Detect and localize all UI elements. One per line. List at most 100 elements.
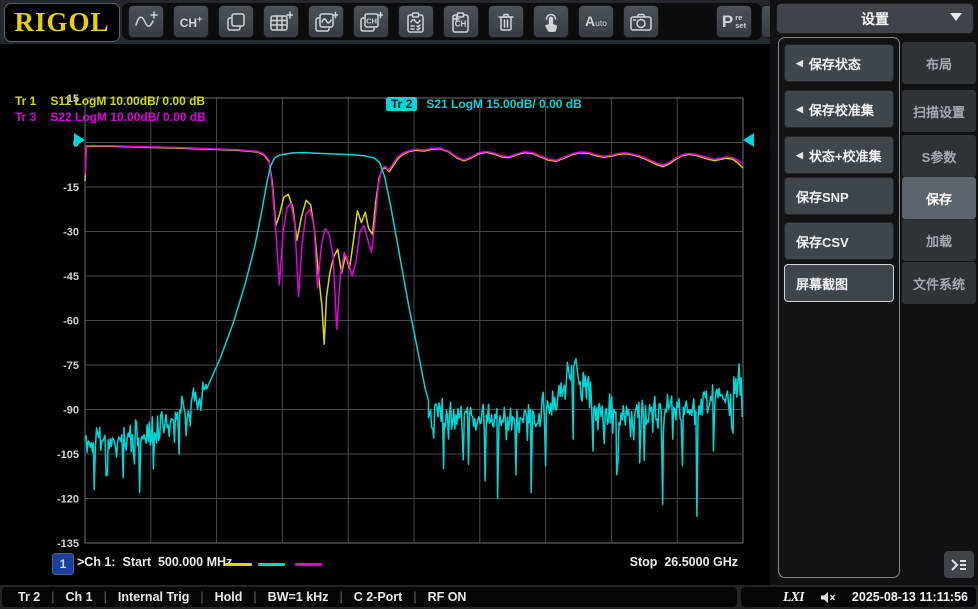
tab-布局[interactable]: 布局	[902, 42, 976, 84]
y-axis-tick: -30	[63, 227, 79, 239]
submenu-panel: ◀ 保存状态 ◀ 保存校准集 ◀ 状态+校准集保存SNP 保存CSV 屏幕截图	[778, 37, 900, 578]
status-item: Tr 2	[18, 590, 41, 604]
tab-扫描设置[interactable]: 扫描设置	[902, 90, 976, 132]
delete-button[interactable]	[488, 5, 524, 38]
submenu-arrow-icon: ◀	[796, 103, 803, 114]
y-axis-tick: -90	[63, 405, 79, 417]
trace-badge[interactable]: Tr 1	[10, 94, 41, 108]
submenu-item-3[interactable]: 保存SNP	[784, 177, 894, 215]
trace-swatch	[295, 563, 322, 566]
paste-trace-button[interactable]	[398, 5, 434, 38]
y-axis-tick: -120	[57, 494, 79, 506]
auto-scale-button[interactable]: Auto	[578, 5, 614, 38]
submenu-arrow-icon: ◀	[796, 57, 803, 68]
camera-icon	[630, 13, 652, 31]
status-item: RF ON	[427, 590, 467, 604]
status-separator: |	[200, 590, 204, 604]
clipboard-trace-icon	[407, 11, 424, 33]
plot-canvas[interactable]: 150-15-30-45-60-75-90-105-120-135	[0, 44, 770, 585]
window-channel-add-icon: CH	[360, 11, 383, 32]
submenu-item-5[interactable]: 屏幕截图	[784, 264, 894, 302]
channel-start-label[interactable]: >Ch 1: Start 500.000 MHz	[77, 555, 232, 569]
status-left: Tr 2 | Ch 1 | Internal Trig | Hold | BW=1 kHz | C …	[2, 587, 737, 607]
submenu-item-0[interactable]: ◀ 保存状态	[784, 44, 894, 82]
logo-box: RIGOL	[4, 3, 120, 42]
ref-level-marker-right[interactable]	[743, 133, 754, 147]
chevron-down-icon	[950, 13, 962, 21]
vna-screen: RIGOL CH+CHCHAutoPreset? 设置 ◀保存状态◀保存校准集◀…	[0, 0, 978, 609]
y-axis-tick: -45	[63, 271, 79, 283]
screenshot-button[interactable]	[623, 5, 659, 38]
svg-text:CH: CH	[366, 16, 377, 25]
add-table-button[interactable]	[263, 5, 299, 38]
submenu-item-label: 状态+校准集	[808, 148, 882, 164]
ref-level-marker-left[interactable]	[74, 133, 85, 147]
toolbar-buttons: CH+CHCHAutoPreset?	[122, 3, 797, 40]
channel-stop-label[interactable]: Stop 26.5000 GHz	[630, 555, 738, 569]
collapse-menu-icon	[951, 558, 966, 571]
status-item: Internal Trig	[117, 590, 190, 604]
preset-button[interactable]: Pre set	[716, 5, 752, 38]
settings-menu-button[interactable]: 设置	[776, 3, 974, 34]
submenu-item-1[interactable]: ◀ 保存校准集	[784, 90, 894, 128]
status-separator: |	[413, 590, 417, 604]
window-stack-button[interactable]	[218, 5, 254, 38]
touch-button[interactable]	[533, 5, 569, 38]
submenu-arrow-icon: ◀	[796, 149, 803, 160]
y-axis-tick: -75	[63, 360, 79, 372]
submenu-item-4[interactable]: 保存CSV	[784, 222, 894, 260]
paste-channel-button[interactable]: CH	[443, 5, 479, 38]
auto-scale-icon: Auto	[585, 12, 607, 29]
collapse-menu-button[interactable]	[944, 551, 974, 578]
status-separator: |	[51, 590, 55, 604]
submenu-item-label: 保存SNP	[796, 189, 849, 205]
status-item: Hold	[214, 590, 243, 604]
submenu-item-label: 保存状态	[808, 56, 861, 72]
y-axis-tick: -135	[57, 538, 79, 550]
y-axis-tick: -105	[57, 449, 79, 461]
touch-icon	[545, 13, 558, 32]
trace-label-tr1[interactable]: Tr 1 S11 LogM 10.00dB/ 0.00 dB	[10, 94, 205, 108]
trace-label-tr3[interactable]: Tr 3 S22 LogM 10.00dB/ 0.00 dB	[10, 110, 206, 124]
tab-保存[interactable]: 保存	[902, 177, 976, 219]
submenu-item-2[interactable]: ◀ 状态+校准集	[784, 136, 894, 174]
submenu-item-label: 保存校准集	[808, 102, 874, 118]
tab-加载[interactable]: 加载	[902, 219, 976, 261]
trace-format-text: S21 LogM 15.00dB/ 0.00 dB	[426, 97, 582, 111]
trace-badge[interactable]: Tr 2	[386, 97, 418, 111]
status-right: LXI 2025-08-13 11:11:56	[741, 587, 976, 607]
status-separator: |	[103, 590, 107, 604]
trace-add-icon	[135, 10, 158, 27]
trace-badge[interactable]: Tr 3	[10, 110, 41, 124]
table-add-icon	[270, 10, 293, 31]
trace-swatch	[225, 563, 252, 566]
status-separator: |	[339, 590, 343, 604]
trace-swatch	[258, 563, 285, 566]
trash-icon	[498, 13, 514, 31]
speaker-muted-icon	[820, 591, 836, 604]
window-trace-add-icon	[315, 11, 338, 32]
datetime: 2025-08-13 11:11:56	[851, 590, 968, 604]
y-axis-tick: -60	[63, 316, 79, 328]
rigol-logo: RIGOL	[14, 7, 110, 37]
submenu-item-label: 屏幕截图	[796, 276, 849, 292]
sidebar: 设置 ◀ 保存状态 ◀ 保存校准集 ◀ 状态+校准集保存SNP 保存CSV 屏幕截图 布局扫描…	[770, 0, 978, 585]
tab-文件系统[interactable]: 文件系统	[902, 262, 976, 304]
clipboard-channel-icon: CH	[452, 11, 469, 33]
windows-stack-icon	[227, 12, 245, 31]
copy-channel-button[interactable]: CH	[353, 5, 389, 38]
trace-label-tr2[interactable]: Tr 2 S21 LogM 15.00dB/ 0.00 dB	[386, 97, 582, 111]
status-bar: Tr 2 | Ch 1 | Internal Trig | Hold | BW=1 kHz | C …	[0, 585, 978, 609]
status-item: C 2-Port	[353, 590, 403, 604]
tab-S参数[interactable]: S参数	[902, 135, 976, 177]
status-item: Ch 1	[65, 590, 93, 604]
add-channel-button[interactable]: CH+	[173, 5, 209, 38]
channel-badge[interactable]: 1	[52, 553, 74, 575]
channel-add-icon: CH+	[179, 13, 203, 30]
settings-menu-label: 设置	[861, 10, 889, 27]
copy-trace-button[interactable]	[308, 5, 344, 38]
lxi-logo: LXI	[783, 589, 805, 604]
add-trace-button[interactable]	[128, 5, 164, 38]
plot-region: Tr 1 S11 LogM 10.00dB/ 0.00 dB Tr 3 S22 Log…	[0, 44, 770, 585]
trace-format-text: S22 LogM 10.00dB/ 0.00 dB	[50, 110, 206, 124]
